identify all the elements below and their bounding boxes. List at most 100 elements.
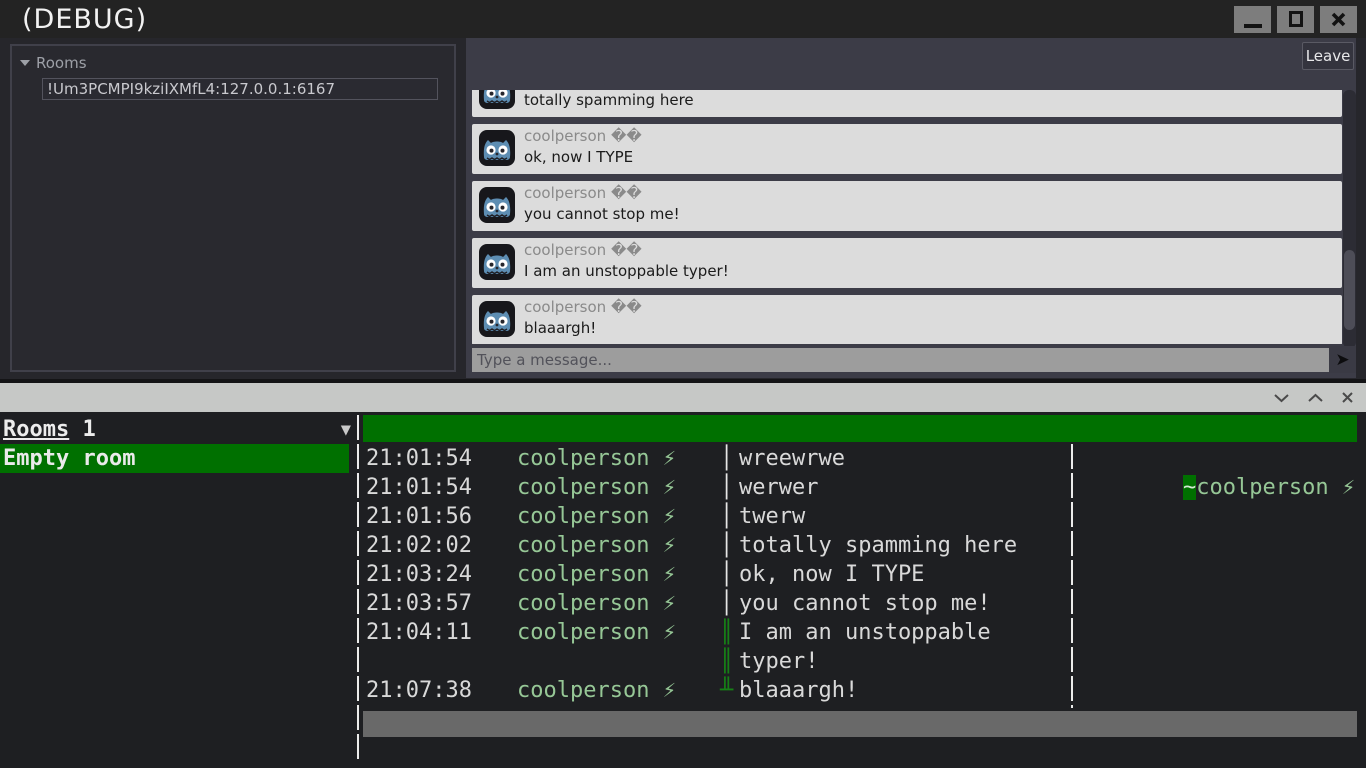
log-message: totally spamming here [739,533,1018,558]
chat-panel: Leave totally spamming here coolperson �… [466,38,1356,378]
log-user: coolperson ⚡ [517,562,676,587]
terminal-rooms-header[interactable]: Rooms 1 ▼ [0,415,357,444]
log-scroll-indicator: ╨ [720,678,734,703]
chat-message-input[interactable] [472,348,1329,372]
chevron-up-icon [1308,393,1323,402]
log-row: 21:04:11 coolperson ⚡ ║ I am an unstoppable [363,618,1357,647]
log-time [363,647,517,676]
message-text: totally spamming here [524,91,694,109]
close-icon [1331,12,1346,26]
send-icon: ➤ [1335,349,1350,370]
room-header-bar [363,415,1357,442]
message-text: blaaargh! [524,319,597,337]
member-cursor: ~ [1182,475,1197,500]
log-user [517,647,720,676]
window-title: (DEBUG) [22,3,148,35]
log-scroll-indicator: ║ [720,649,734,674]
log-separator: │ [720,591,734,616]
room-list-item-selected[interactable]: Empty room [0,444,349,473]
rooms-header-label: Rooms [3,417,70,442]
log-message: twerw [739,504,806,529]
panel-close-button[interactable] [1341,391,1354,404]
chat-scrollbar[interactable] [1343,90,1356,348]
log-user: coolperson ⚡ [517,446,676,471]
log-user: coolperson ⚡ [517,533,676,558]
log-time: 21:01:54 [366,475,472,500]
godot-avatar-icon [479,90,515,109]
log-row: 21:07:38 coolperson ⚡ ╨ blaaargh! [363,676,1357,705]
log-message: ok, now I TYPE [739,562,925,587]
log-message: I am an unstoppable [739,620,991,645]
rooms-tree-header[interactable]: Rooms [12,46,454,72]
log-row: 21:01:56 coolperson ⚡ │ twerw [363,502,1357,531]
panel-chevron-up-button[interactable] [1307,393,1324,403]
log-separator: │ [720,446,734,471]
log-message: blaaargh! [739,678,859,703]
minimize-button[interactable] [1234,5,1271,33]
maximize-button[interactable] [1277,5,1314,33]
log-separator: │ [720,562,734,587]
log-separator: │ [720,475,734,500]
message-card: coolperson �� you cannot stop me! [472,181,1342,231]
log-row: 21:03:24 coolperson ⚡ │ ok, now I TYPE [363,560,1357,589]
chat-scrollbar-thumb[interactable] [1344,249,1355,330]
log-row: 21:03:57 coolperson ⚡ │ you cannot stop me! [363,589,1357,618]
rooms-tree-panel: Rooms !Um3PCMPI9kziIXMfL4:127.0.0.1:6167 [10,44,456,372]
member-list-item: ~coolperson ⚡ [1077,444,1355,500]
terminal-message-input[interactable]: Send a message... [363,737,694,768]
maximize-icon [1288,11,1303,27]
log-time: 21:03:24 [366,562,472,587]
close-button[interactable] [1320,5,1357,33]
log-row: ║ typer! [363,647,1357,676]
terminal-titlebar [0,383,1366,412]
log-message: wreewrwe [739,446,845,471]
terminal-panel: Rooms 1 ▼ Empty room 21:01:54 coolperson … [0,383,1366,768]
log-separator: │ [720,533,734,558]
log-user: coolperson ⚡ [517,591,676,616]
terminal-status-bar [363,711,1357,737]
log-message: werwer [739,475,819,500]
message-author: coolperson �� [524,241,642,259]
leave-button[interactable]: Leave [1302,42,1354,70]
log-time: 21:02:02 [366,533,472,558]
log-user: coolperson ⚡ [517,475,676,500]
minimize-icon [1243,24,1262,28]
godot-avatar-icon [479,301,515,337]
message-text: ok, now I TYPE [524,148,634,166]
message-text: I am an unstoppable typer! [524,262,729,280]
message-card: coolperson �� blaaargh! [472,295,1342,344]
log-separator: │ [720,504,734,529]
log-time: 21:01:56 [366,504,472,529]
log-time: 21:01:54 [366,446,472,471]
log-row: 21:02:02 coolperson ⚡ │ totally spamming he… [363,531,1357,560]
message-card: coolperson �� I am an unstoppable typer! [472,238,1342,288]
log-user: coolperson ⚡ [517,504,676,529]
window-controls [1234,5,1366,33]
terminal-body: Rooms 1 ▼ Empty room 21:01:54 coolperson … [0,412,1366,768]
tree-collapse-icon [20,60,30,66]
godot-avatar-icon [479,187,515,223]
screen: (DEBUG) Rooms !Um3PCMPI9kziIXMfL4:127.0.… [0,0,1366,768]
log-message: typer! [739,649,819,674]
close-icon [1342,392,1353,403]
message-author: coolperson �� [524,298,642,316]
godot-avatar-icon [479,130,515,166]
log-time: 21:03:57 [366,591,472,616]
message-author: coolperson �� [524,127,642,145]
message-text: you cannot stop me! [524,205,680,223]
panel-chevron-down-button[interactable] [1273,393,1290,403]
send-button[interactable]: ➤ [1329,346,1356,373]
log-scroll-indicator: ║ [720,620,734,645]
log-user: coolperson ⚡ [517,678,676,703]
dropdown-arrow-icon[interactable]: ▼ [341,416,351,445]
chevron-down-icon [1274,393,1289,402]
log-user: coolperson ⚡ [517,620,676,645]
log-message: you cannot stop me! [739,591,991,616]
app-window: (DEBUG) Rooms !Um3PCMPI9kziIXMfL4:127.0.… [0,0,1366,379]
message-author: coolperson �� [524,184,642,202]
rooms-count: 1 [82,417,96,442]
message-list: totally spamming here coolperson �� ok, … [472,90,1342,344]
message-card: totally spamming here [472,90,1342,117]
room-id-item[interactable]: !Um3PCMPI9kziIXMfL4:127.0.0.1:6167 [42,78,438,100]
member-name: coolperson ⚡ [1196,475,1356,500]
